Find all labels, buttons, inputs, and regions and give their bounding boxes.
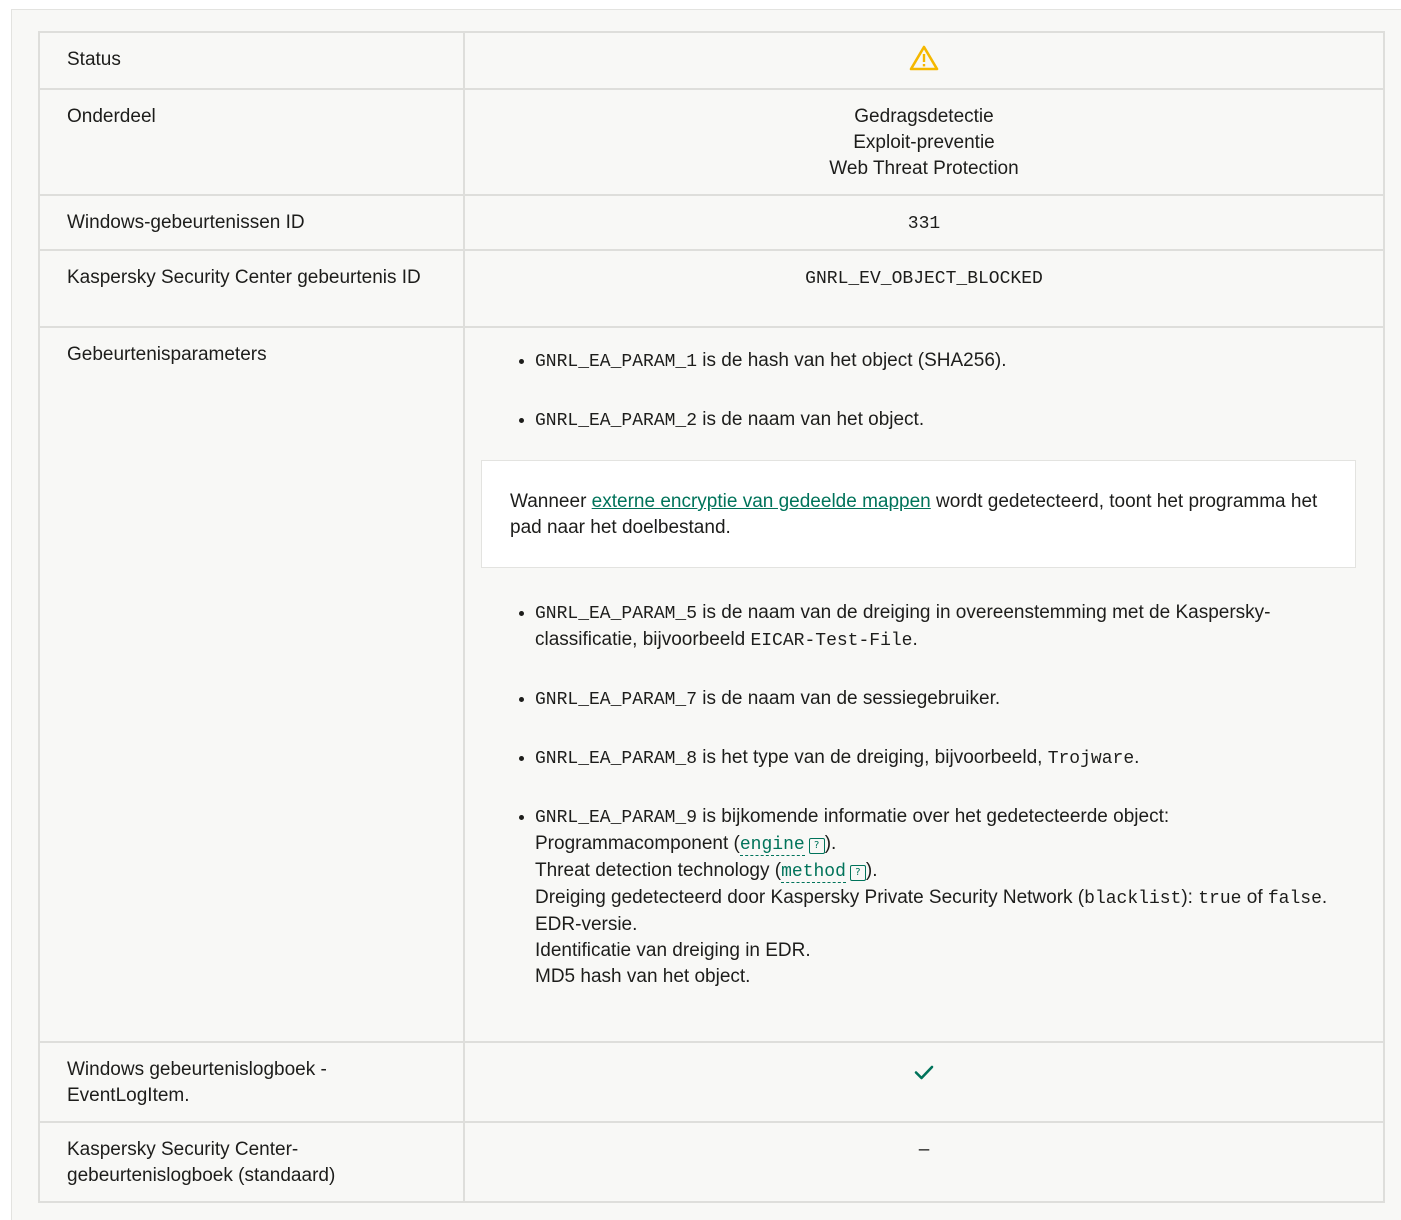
windows-event-id-cell: 331 — [463, 194, 1385, 251]
row-label: Status — [38, 31, 465, 90]
parameter-text: . — [1134, 747, 1140, 768]
parameter-code: GNRL_EA_PARAM_9 — [535, 808, 698, 828]
note-text: Wanneer — [510, 491, 592, 512]
parameter-text: is het type van de dreiging, bijvoorbeel… — [697, 747, 1048, 768]
parameter-text: is de naam van het object. — [697, 409, 925, 430]
shared-folder-encryption-link[interactable]: externe encryptie van gedeelde mappen — [592, 491, 931, 512]
table-row: Kaspersky Security Center-gebeurtenislog… — [38, 1121, 1385, 1203]
component-item: Web Threat Protection — [829, 158, 1019, 179]
checkmark-icon — [914, 1065, 934, 1080]
row-label: Windows-gebeurtenissen ID — [38, 194, 465, 251]
detail-text: of — [1241, 887, 1268, 908]
ksc-event-id: GNRL_EV_OBJECT_BLOCKED — [805, 269, 1043, 289]
parameter-example: Trojware — [1047, 749, 1135, 769]
table-row: Status — [38, 31, 1385, 90]
event-table: Status Onderdeel Gedragsdetectie Exploit… — [38, 31, 1385, 1203]
detail-code: blacklist — [1084, 889, 1182, 909]
detail-text: EDR-versie. — [535, 914, 638, 935]
engine-term[interactable]: engine — [739, 835, 805, 856]
parameter-list: GNRL_EA_PARAM_1 is de hash van het objec… — [519, 348, 1356, 434]
detail-text: ): — [1181, 887, 1199, 908]
parameter-item: GNRL_EA_PARAM_2 is de naam van het objec… — [519, 407, 1356, 434]
detail-text: . — [1321, 887, 1328, 908]
parameter-item: GNRL_EA_PARAM_1 is de hash van het objec… — [519, 348, 1356, 375]
component-item: Gedragsdetectie — [854, 106, 994, 127]
parameter-item: GNRL_EA_PARAM_7 is de naam van de sessie… — [519, 686, 1356, 713]
parameter-code: GNRL_EA_PARAM_5 — [535, 604, 698, 624]
parameter-text: is bijkomende informatie over het gedete… — [697, 806, 1170, 827]
detail-text: ). — [865, 860, 878, 881]
parameter-item: GNRL_EA_PARAM_5 is de naam van de dreigi… — [519, 600, 1356, 654]
row-label: Kaspersky Security Center-gebeurtenislog… — [38, 1121, 465, 1203]
row-label: Gebeurtenisparameters — [38, 326, 465, 1043]
parameter-text: is de hash van het object (SHA256). — [697, 350, 1007, 371]
not-applicable-dash: – — [918, 1139, 930, 1160]
table-row: Gebeurtenisparameters GNRL_EA_PARAM_1 is… — [38, 326, 1385, 1043]
detail-text: Identificatie van dreiging in EDR. — [535, 940, 811, 961]
note-box: Wanneer externe encryptie van gedeelde m… — [481, 460, 1356, 568]
warning-icon — [909, 45, 939, 71]
ksc-event-id-cell: GNRL_EV_OBJECT_BLOCKED — [463, 249, 1385, 328]
windows-log-cell — [463, 1041, 1385, 1123]
parameter-text: is de naam van de sessiegebruiker. — [697, 688, 1001, 709]
parameter-code: GNRL_EA_PARAM_1 — [535, 352, 698, 372]
method-term[interactable]: method — [781, 862, 846, 883]
table-row: Windows-gebeurtenissen ID 331 — [38, 194, 1385, 251]
detail-text: Programmacomponent ( — [535, 833, 740, 854]
windows-event-id: 331 — [907, 214, 941, 234]
detail-code: false — [1267, 889, 1322, 909]
detail-text: Dreiging gedetecteerd door Kaspersky Pri… — [535, 887, 1085, 908]
row-label: Kaspersky Security Center gebeurtenis ID — [38, 249, 465, 328]
detail-text: MD5 hash van het object. — [535, 966, 751, 987]
parameter-item: GNRL_EA_PARAM_8 is het type van de dreig… — [519, 745, 1356, 772]
parameter-code: GNRL_EA_PARAM_8 — [535, 749, 698, 769]
parameter-example: EICAR-Test-File — [750, 631, 913, 651]
parameter-code: GNRL_EA_PARAM_2 — [535, 411, 698, 431]
event-parameters-cell: GNRL_EA_PARAM_1 is de hash van het objec… — [463, 326, 1385, 1043]
detail-text: Threat detection technology ( — [535, 860, 782, 881]
status-cell — [463, 31, 1385, 90]
detail-text: ). — [824, 833, 837, 854]
row-label: Windows gebeurtenislogboek - EventLogIte… — [38, 1041, 465, 1123]
parameter-item: GNRL_EA_PARAM_9 is bijkomende informatie… — [519, 804, 1356, 990]
table-row: Onderdeel Gedragsdetectie Exploit-preven… — [38, 88, 1385, 196]
help-icon[interactable]: ? — [849, 865, 866, 881]
detail-code: true — [1198, 889, 1242, 909]
component-item: Exploit-preventie — [853, 132, 995, 153]
ksc-log-cell: – — [463, 1121, 1385, 1203]
parameter-text: . — [912, 629, 918, 650]
parameter-list: GNRL_EA_PARAM_5 is de naam van de dreigi… — [519, 600, 1356, 990]
help-icon[interactable]: ? — [808, 838, 825, 854]
table-row: Kaspersky Security Center gebeurtenis ID… — [38, 249, 1385, 328]
component-list: Gedragsdetectie Exploit-preventie Web Th… — [463, 88, 1385, 196]
table-row: Windows gebeurtenislogboek - EventLogIte… — [38, 1041, 1385, 1123]
row-label: Onderdeel — [38, 88, 465, 196]
parameter-code: GNRL_EA_PARAM_7 — [535, 690, 698, 710]
